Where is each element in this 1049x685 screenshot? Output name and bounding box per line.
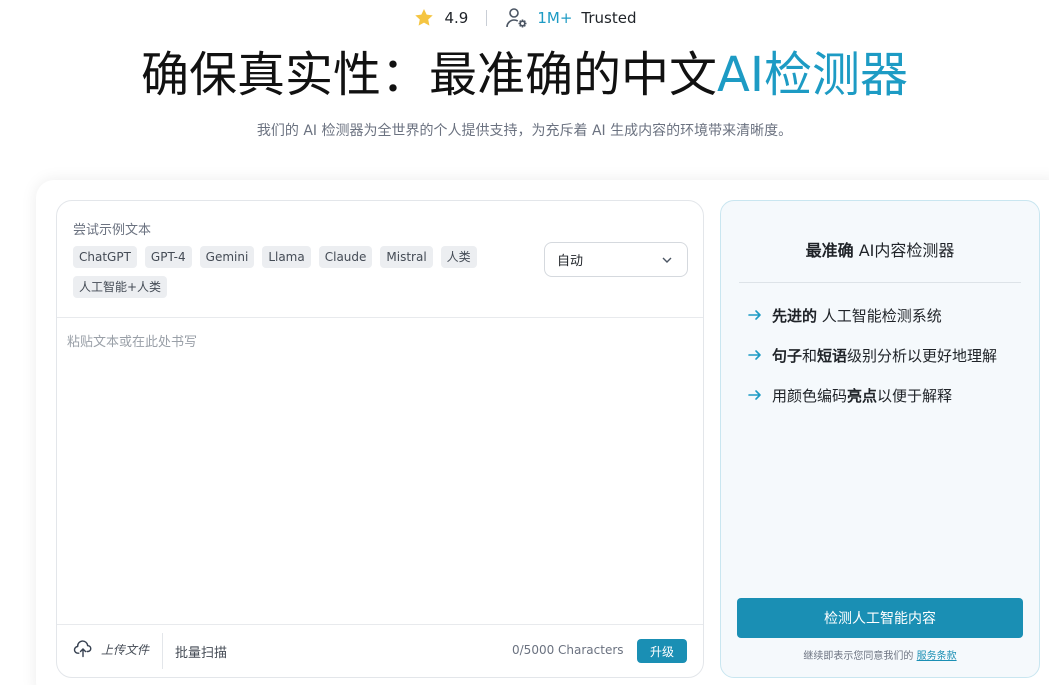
info-panel: 最准确 AI内容检测器 先进的 人工智能检测系统 句子和短语级别分析以更好地理解… <box>720 200 1040 678</box>
terms-of-service-link[interactable]: 服务条款 <box>917 651 957 662</box>
detect-ai-content-button[interactable]: 检测人工智能内容 <box>737 598 1023 638</box>
feature-text: 先进的 人工智能检测系统 <box>772 305 942 326</box>
batch-scan-button[interactable]: 批量扫描 <box>175 642 227 661</box>
user-gear-icon <box>506 8 527 28</box>
feature-item: 先进的 人工智能检测系统 <box>747 303 1037 327</box>
text-input[interactable] <box>67 331 693 611</box>
mode-select-value: 自动 <box>557 254 584 269</box>
feature-rest: 人工智能检测系统 <box>817 306 942 325</box>
page-title-main: 确保真实性：最准确的中文 <box>140 47 717 103</box>
arrow-right-icon <box>748 310 761 320</box>
page-title-accent: AI检测器 <box>717 47 908 103</box>
sample-chip-list: ChatGPT GPT-4 Gemini Llama Claude Mistra… <box>73 246 503 298</box>
sample-chip-human[interactable]: 人类 <box>440 246 477 268</box>
cloud-upload-icon <box>73 640 92 658</box>
info-panel-title: 最准确 AI内容检测器 <box>721 237 1039 261</box>
footer-divider <box>162 633 163 669</box>
sample-chip-mistral[interactable]: Mistral <box>380 246 433 268</box>
feature-item: 用颜色编码亮点以便于解释 <box>747 383 1037 407</box>
mode-select[interactable]: 自动 <box>544 242 688 277</box>
editor-divider <box>57 317 703 318</box>
page-title: 确保真实性：最准确的中文AI检测器 <box>0 44 1049 106</box>
terms-text: 继续即表示您同意我们的 <box>803 651 914 662</box>
feature-text: 用颜色编码亮点以便于解释 <box>772 385 952 406</box>
trusted-label: Trusted <box>581 9 637 27</box>
sample-chip-llama[interactable]: Llama <box>262 246 311 268</box>
sample-chip-ai-human[interactable]: 人工智能+人类 <box>73 276 168 298</box>
sample-chip-gemini[interactable]: Gemini <box>199 246 255 268</box>
upgrade-button[interactable]: 升级 <box>637 639 687 663</box>
info-panel-title-bold: 最准确 <box>805 241 854 260</box>
editor-panel: 尝试示例文本 ChatGPT GPT-4 Gemini Llama Claude… <box>56 200 704 678</box>
arrow-right-icon <box>748 350 761 360</box>
editor-footer: 上传文件 批量扫描 0/5000 Characters 升级 <box>57 625 703 677</box>
rating-score: 4.9 <box>444 9 469 27</box>
rating-divider <box>486 10 488 26</box>
feature-highlight: 先进的 <box>772 306 818 325</box>
feature-highlight: 亮点 <box>847 386 878 405</box>
feature-rest: 和 <box>802 346 818 365</box>
rating-bar: 4.9 1M+ Trusted <box>0 5 1049 31</box>
page-subtitle: 我们的 AI 检测器为全世界的个人提供支持，为充斥着 AI 生成内容的环境带来清… <box>256 123 793 139</box>
feature-rest: 以便于解释 <box>877 386 953 405</box>
sample-chip-gpt4[interactable]: GPT-4 <box>144 246 192 268</box>
terms-notice: 继续即表示您同意我们的 服务条款 <box>721 647 1039 662</box>
feature-text: 句子和短语级别分析以更好地理解 <box>772 345 997 366</box>
feature-item: 句子和短语级别分析以更好地理解 <box>747 343 1037 367</box>
sample-text-label: 尝试示例文本 <box>73 223 152 238</box>
sample-chip-chatgpt[interactable]: ChatGPT <box>73 246 137 268</box>
upload-file-button[interactable]: 上传文件 <box>73 639 149 659</box>
feature-rest: 级别分析以更好地理解 <box>847 346 998 365</box>
character-count: 0/5000 Characters <box>512 643 624 657</box>
chevron-down-icon <box>662 257 672 263</box>
arrow-right-icon <box>748 390 761 400</box>
feature-highlight: 短语 <box>817 346 848 365</box>
users-count: 1M+ <box>537 9 573 27</box>
info-panel-divider <box>739 282 1021 283</box>
upload-file-label: 上传文件 <box>101 642 150 657</box>
feature-highlight: 句子 <box>772 346 803 365</box>
feature-rest: 用颜色编码 <box>772 386 848 405</box>
feature-list: 先进的 人工智能检测系统 句子和短语级别分析以更好地理解 用颜色编码亮点以便于解… <box>747 303 1037 423</box>
star-icon <box>414 9 433 26</box>
sample-chip-claude[interactable]: Claude <box>318 246 373 268</box>
info-panel-title-rest: AI内容检测器 <box>853 241 955 260</box>
